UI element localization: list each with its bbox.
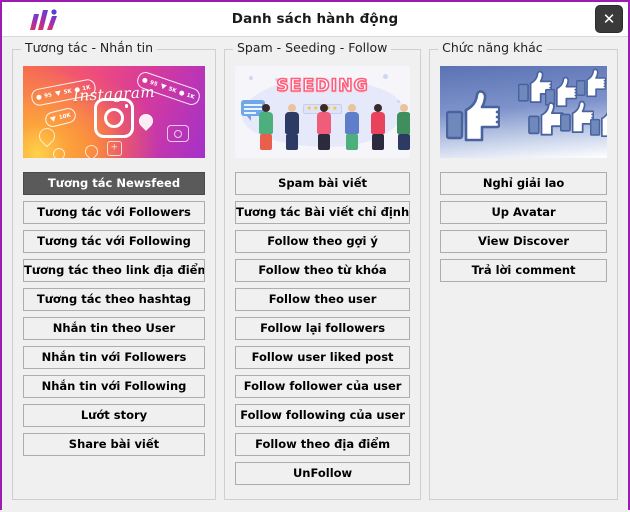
thumbs-up-icon	[560, 100, 595, 134]
action-button-luot-story[interactable]: Lướt story	[23, 404, 205, 427]
facebook-likes-banner	[440, 66, 607, 158]
action-button-follow-follower-cua-user[interactable]: Follow follower của user	[235, 375, 411, 398]
action-button-nghi-giai-lao[interactable]: Nghỉ giải lao	[440, 172, 607, 195]
action-button-tuong-tac-voi-followers[interactable]: Tương tác với Followers	[23, 201, 205, 224]
columns-container: Tương tác - Nhắn tin 95 5K 1K 95 5K 1K 1…	[2, 37, 628, 512]
camera-outline-icon	[167, 125, 189, 142]
instagram-camera-icon	[94, 98, 134, 139]
action-button-tuong-tac-theo-hashtag[interactable]: Tương tác theo hashtag	[23, 288, 205, 311]
action-button-tra-loi-comment[interactable]: Trả lời comment	[440, 259, 607, 282]
action-button-follow-theo-user[interactable]: Follow theo user	[235, 288, 411, 311]
action-button-nhan-tin-theo-user[interactable]: Nhắn tin theo User	[23, 317, 205, 340]
action-button-tuong-tac-theo-link-dia-diem[interactable]: Tương tác theo link địa điểm	[23, 259, 205, 282]
column-spacer	[23, 462, 205, 491]
column-spacer	[440, 288, 607, 491]
title-bar: Danh sách hành động ✕	[2, 2, 628, 37]
group-spam-seeding-follow: Spam - Seeding - Follow SEEDING ★★★★★	[224, 40, 422, 500]
group-title: Spam - Seeding - Follow	[233, 40, 392, 55]
action-button-nhan-tin-voi-following[interactable]: Nhắn tin với Following	[23, 375, 205, 398]
group-title: Tương tác - Nhắn tin	[21, 40, 158, 55]
close-icon[interactable]: ✕	[595, 5, 623, 33]
action-button-up-avatar[interactable]: Up Avatar	[440, 201, 607, 224]
action-button-share-bai-viet[interactable]: Share bài viết	[23, 433, 205, 456]
action-button-follow-theo-dia-diem[interactable]: Follow theo địa điểm	[235, 433, 411, 456]
seeding-wordmark: SEEDING	[276, 75, 369, 97]
action-button-follow-lai-followers[interactable]: Follow lại followers	[235, 317, 411, 340]
action-button-nhan-tin-voi-followers[interactable]: Nhắn tin với Followers	[23, 346, 205, 369]
action-button-tuong-tac-bai-viet-chi-dinh[interactable]: Tương tác Bài viết chỉ định	[235, 201, 411, 224]
action-button-tuong-tac-newsfeed[interactable]: Tương tác Newsfeed	[23, 172, 205, 195]
group-chuc-nang-khac: Chức năng khác Nghỉ giải lao Up Avatar V…	[429, 40, 618, 500]
action-button-tuong-tac-voi-following[interactable]: Tương tác với Following	[23, 230, 205, 253]
thumbs-up-icon	[528, 102, 565, 136]
thumbs-up-icon	[576, 68, 607, 98]
action-button-follow-user-liked-post[interactable]: Follow user liked post	[235, 346, 411, 369]
page-title: Danh sách hành động	[231, 11, 399, 27]
group-tuong-tac-nhan-tin: Tương tác - Nhắn tin 95 5K 1K 95 5K 1K 1…	[12, 40, 216, 500]
instagram-banner: 95 5K 1K 95 5K 1K 10K Instagram	[23, 66, 205, 158]
action-button-spam-bai-viet[interactable]: Spam bài viết	[235, 172, 411, 195]
seeding-banner: SEEDING ★★★★★	[235, 66, 411, 158]
action-button-follow-theo-goi-y[interactable]: Follow theo gợi ý	[235, 230, 411, 253]
thumbs-up-icon	[446, 90, 501, 142]
action-button-unfollow[interactable]: UnFollow	[235, 462, 411, 485]
action-button-follow-following-cua-user[interactable]: Follow following của user	[235, 404, 411, 427]
add-square-icon	[106, 141, 122, 156]
dialog-window: Danh sách hành động ✕ Tương tác - Nhắn t…	[0, 0, 630, 512]
app-logo	[24, 8, 68, 32]
action-button-follow-theo-tu-khoa[interactable]: Follow theo từ khóa	[235, 259, 411, 282]
thumbs-up-icon	[590, 106, 607, 138]
action-button-view-discover[interactable]: View Discover	[440, 230, 607, 253]
group-title: Chức năng khác	[438, 40, 547, 55]
